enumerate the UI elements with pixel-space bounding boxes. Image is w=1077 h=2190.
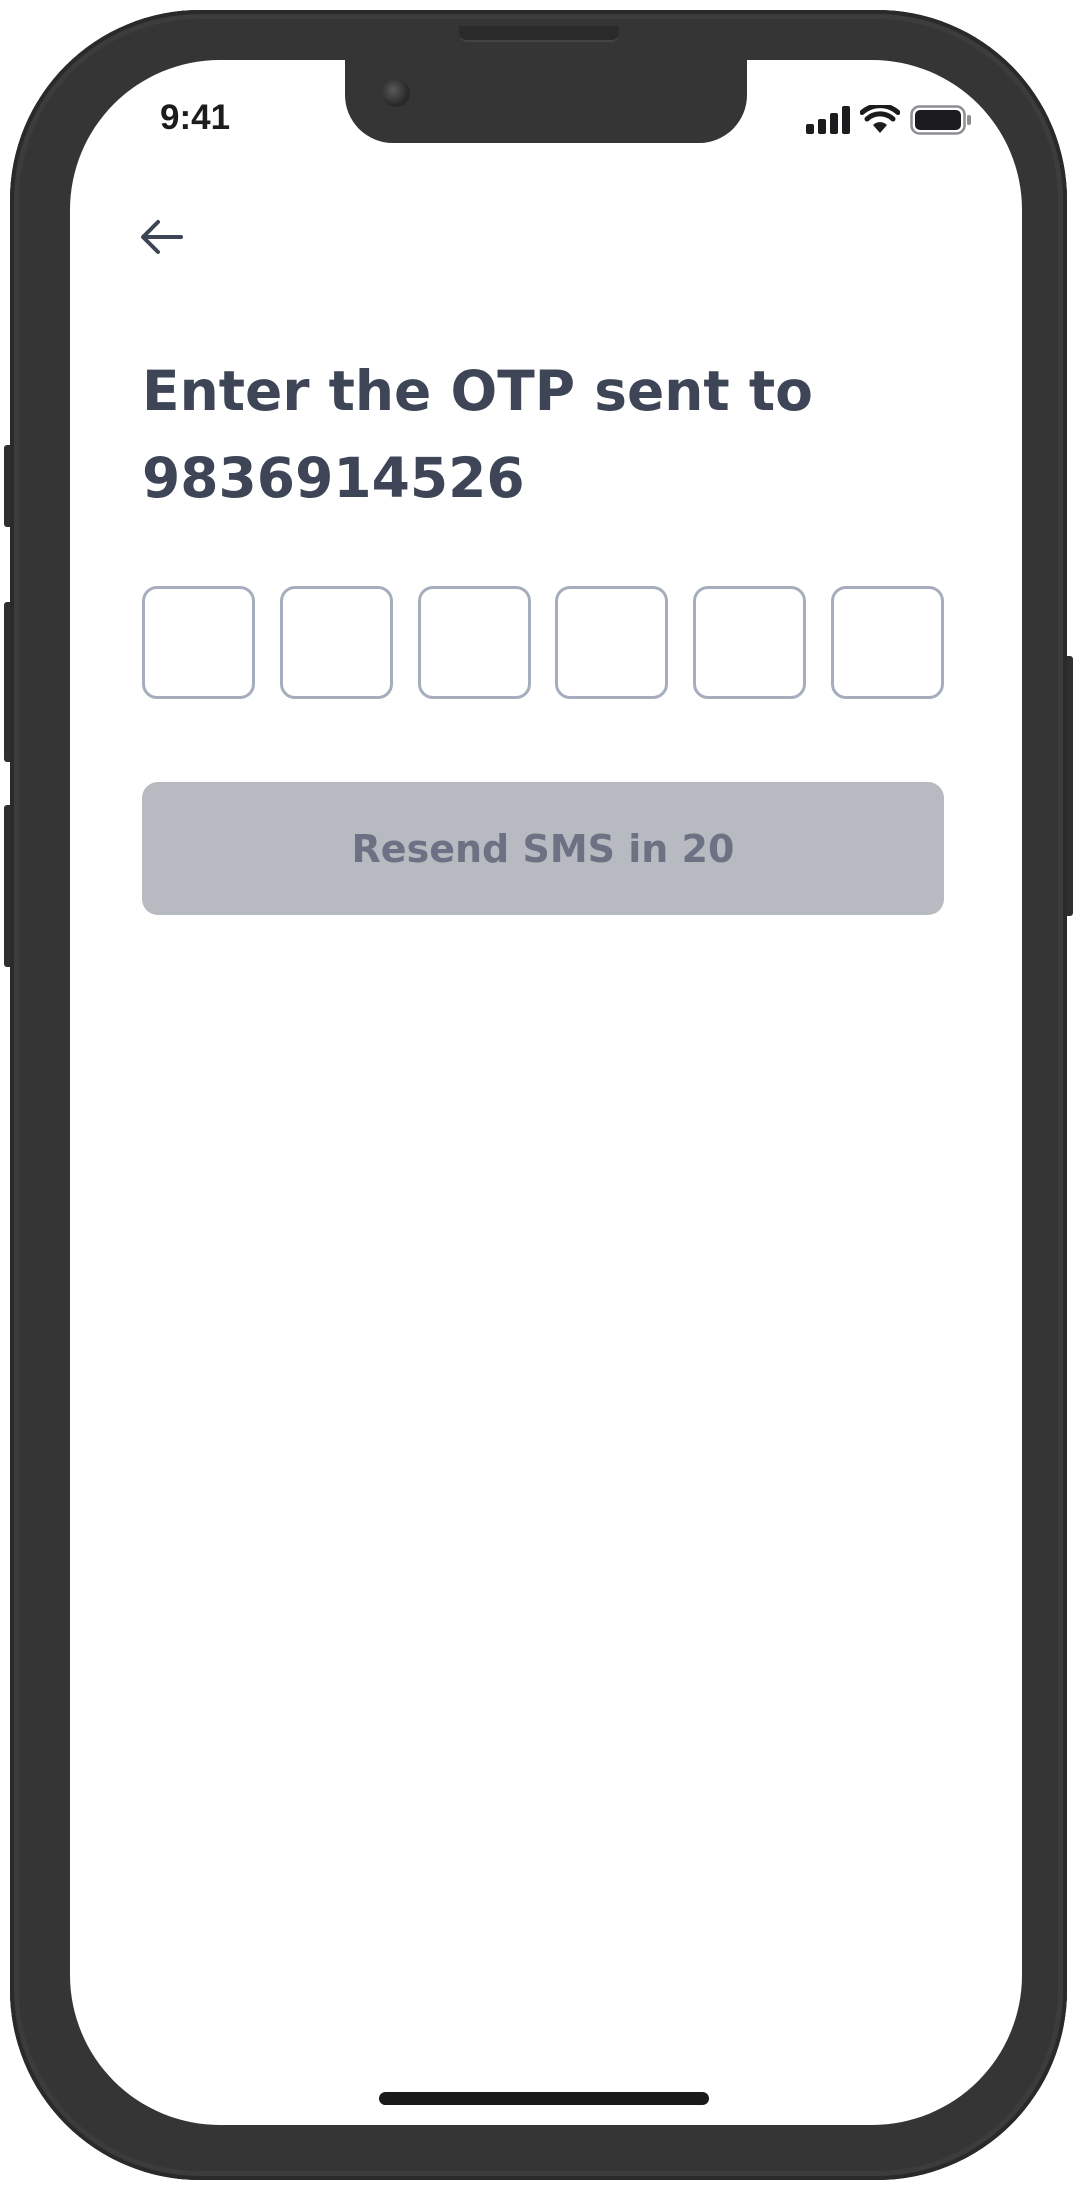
otp-digit-5[interactable] [693, 586, 807, 699]
otp-digit-4[interactable] [555, 586, 669, 699]
otp-digit-1[interactable] [142, 586, 255, 699]
back-button[interactable] [136, 213, 188, 265]
cellular-signal-icon [806, 105, 850, 139]
resend-sms-button[interactable]: Resend SMS in 20 [142, 782, 944, 915]
otp-digit-6[interactable] [830, 586, 944, 699]
arrow-left-icon [140, 219, 184, 260]
front-camera [382, 79, 410, 107]
page-title: Enter the OTP sent to 9836914526 [142, 348, 902, 522]
earpiece-speaker [459, 26, 619, 42]
status-icons [806, 102, 972, 140]
wifi-icon [859, 102, 901, 140]
battery-icon [910, 104, 972, 140]
device-mockup: 9:41 Enter the OTP sent to 9836914526 Re… [0, 0, 1077, 2190]
status-time: 9:41 [160, 98, 231, 137]
otp-digit-3[interactable] [417, 586, 531, 699]
phone-number: 9836914526 [142, 446, 525, 510]
title-line-1: Enter the OTP sent to [142, 359, 813, 423]
otp-input-group [142, 586, 944, 703]
otp-digit-2[interactable] [279, 586, 393, 699]
home-indicator [379, 2092, 709, 2105]
